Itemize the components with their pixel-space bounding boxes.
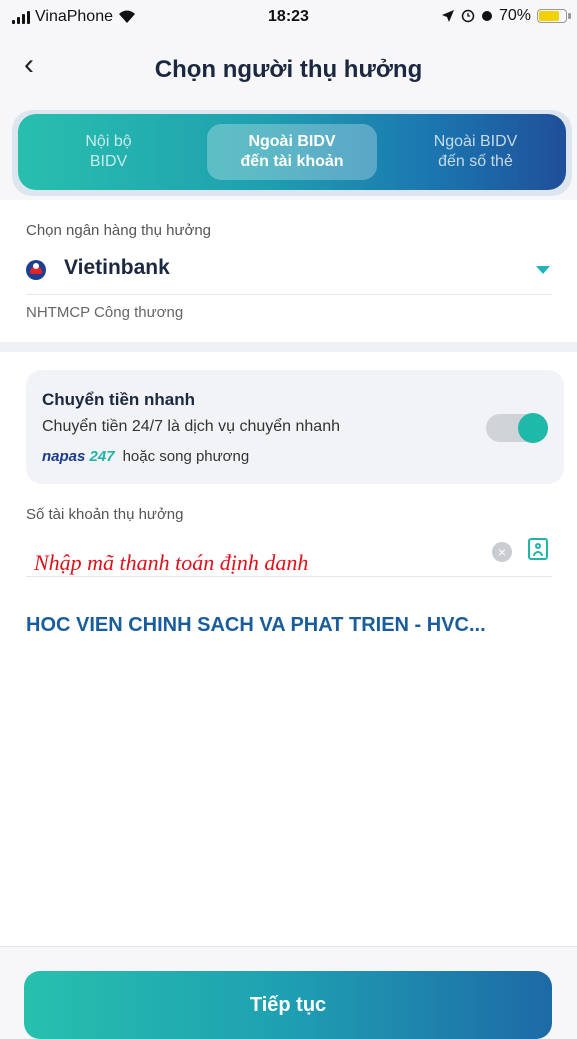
transfer-form: Chuyển tiền nhanh Chuyển tiền 24/7 là dị… <box>0 352 577 952</box>
battery-percent: 70% <box>498 7 531 24</box>
tab-internal-bidv[interactable]: Nội bộ BIDV <box>18 132 199 172</box>
tab-line2: BIDV <box>89 153 128 170</box>
alarm-icon <box>461 9 475 23</box>
section-divider <box>0 342 577 352</box>
tab-external-account[interactable]: Ngoài BIDV đến tài khoản <box>207 124 377 180</box>
moon-icon <box>481 11 492 21</box>
toggle-knob <box>518 413 548 443</box>
napas-text: napas <box>42 448 86 465</box>
fast-transfer-description: Chuyển tiền 24/7 là dịch vụ chuyển nhanh <box>42 418 340 435</box>
dropdown-caret-icon <box>536 266 550 274</box>
fast-transfer-toggle[interactable] <box>486 413 548 443</box>
tab-line2: đến tài khoản <box>240 153 344 170</box>
bank-section: Chọn ngân hàng thụ hưởng Vietinbank NHTM… <box>0 200 577 342</box>
bank-name: Vietinbank <box>64 256 170 279</box>
tab-line1: Ngoài BIDV <box>248 133 336 150</box>
page-title: Chọn người thụ hưởng <box>154 56 423 83</box>
clear-icon[interactable]: × <box>492 542 512 562</box>
fast-transfer-suffix: hoặc song phương <box>122 448 250 465</box>
account-label: Số tài khoản thụ hưởng <box>26 506 184 523</box>
battery-icon <box>537 9 571 23</box>
tab-external-card[interactable]: Ngoài BIDV đến số thẻ <box>385 132 566 172</box>
tab-line2: đến số thẻ <box>438 153 513 170</box>
header: ‹ Chọn người thụ hưởng <box>0 36 577 100</box>
account-input-row[interactable]: Nhập mã thanh toán định danh × <box>26 530 552 577</box>
bank-label: Chọn ngân hàng thụ hưởng <box>26 222 212 239</box>
bank-selector[interactable]: Vietinbank <box>26 254 552 295</box>
napas-number: 247 <box>89 448 115 465</box>
contact-icon[interactable] <box>528 538 548 560</box>
fast-transfer-title: Chuyển tiền nhanh <box>42 390 195 409</box>
fast-transfer-card: Chuyển tiền nhanh Chuyển tiền 24/7 là dị… <box>26 370 564 484</box>
napas-logo: napas 247 <box>42 448 115 465</box>
status-bar: VinaPhone 18:23 70% <box>0 0 577 36</box>
footer: Tiếp tục <box>0 947 577 1039</box>
location-icon <box>441 10 454 22</box>
beneficiary-name: HOC VIEN CHINH SACH VA PHAT TRIEN - HVC.… <box>26 614 486 636</box>
transfer-type-tabs: Nội bộ BIDV Ngoài BIDV đến tài khoản Ngo… <box>12 110 572 196</box>
bank-logo-icon <box>26 260 46 280</box>
bank-full-name: NHTMCP Công thương <box>26 304 184 321</box>
fast-transfer-napas-row: napas 247 hoặc song phương <box>42 448 249 465</box>
continue-button[interactable]: Tiếp tục <box>24 971 552 1039</box>
status-right: 70% <box>441 7 571 25</box>
account-hint-overlay: Nhập mã thanh toán định danh <box>34 550 309 575</box>
tab-line1: Ngoài BIDV <box>433 133 518 150</box>
tab-line1: Nội bộ <box>85 133 132 150</box>
